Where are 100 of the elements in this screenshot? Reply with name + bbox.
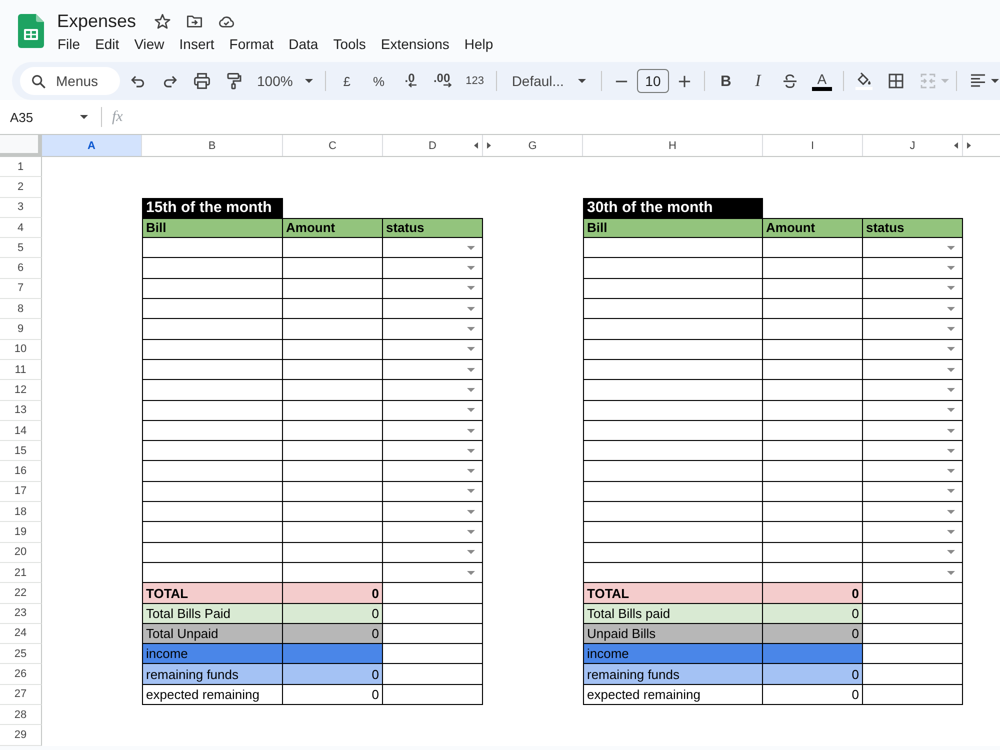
row-number[interactable]: 27: [0, 684, 42, 706]
paint-roller-icon[interactable]: [225, 72, 243, 90]
row-number[interactable]: 7: [0, 278, 42, 300]
row-number[interactable]: 23: [0, 604, 42, 624]
row-number[interactable]: 15: [0, 441, 42, 462]
strikethrough-icon[interactable]: [780, 72, 799, 90]
row-number[interactable]: 18: [0, 502, 42, 522]
menu-item[interactable]: Format: [222, 34, 282, 54]
column-letter[interactable]: G: [483, 135, 583, 156]
dropdown-field[interactable]: [383, 299, 483, 320]
dropdown-field[interactable]: [863, 522, 963, 543]
row-number[interactable]: 13: [0, 400, 42, 421]
dropdown-field[interactable]: [383, 340, 483, 360]
row-number[interactable]: 11: [0, 360, 42, 380]
dropdown-field[interactable]: [383, 502, 483, 522]
dropdown-field[interactable]: [863, 562, 963, 584]
dropdown-field[interactable]: [383, 562, 483, 584]
column-letter[interactable]: I: [763, 135, 863, 156]
row-number[interactable]: 17: [0, 482, 42, 502]
row-number[interactable]: 4: [0, 218, 42, 238]
dropdown-field[interactable]: [383, 278, 483, 300]
dropdown-field[interactable]: [863, 238, 963, 258]
star-icon[interactable]: [154, 12, 171, 30]
row-number[interactable]: 10: [0, 340, 42, 360]
row-number[interactable]: 24: [0, 624, 42, 644]
row-number[interactable]: 14: [0, 420, 42, 442]
right-triangle-icon[interactable]: [967, 142, 971, 149]
dropdown-field[interactable]: [863, 258, 963, 279]
left-triangle-icon[interactable]: [954, 142, 958, 149]
column-letter[interactable]: D: [383, 135, 483, 156]
menu-item[interactable]: Tools: [326, 34, 374, 54]
row-number[interactable]: 9: [0, 319, 42, 340]
row-number[interactable]: 28: [0, 705, 42, 726]
font-size-field[interactable]: 10: [636, 69, 669, 93]
menu-item[interactable]: File: [50, 34, 88, 54]
menu-item[interactable]: Help: [456, 34, 501, 54]
row-number[interactable]: 6: [0, 258, 42, 279]
right-triangle-icon[interactable]: [487, 142, 491, 149]
increase-decimal-button[interactable]: .00: [426, 67, 459, 95]
paint-bucket-icon[interactable]: [854, 72, 873, 90]
dropdown-field[interactable]: [383, 522, 483, 543]
row-number[interactable]: 5: [0, 238, 42, 258]
text-color-button[interactable]: A: [806, 67, 838, 95]
dropdown-field[interactable]: [383, 380, 483, 401]
row-number[interactable]: 22: [0, 583, 42, 604]
dropdown-field[interactable]: [383, 258, 483, 279]
column-letter[interactable]: C: [283, 135, 383, 156]
align-left-icon[interactable]: [968, 72, 987, 90]
currency-button[interactable]: £: [330, 67, 363, 95]
borders-icon[interactable]: [886, 72, 905, 90]
menu-item[interactable]: Data: [281, 34, 326, 54]
plus-icon[interactable]: [678, 74, 691, 88]
dropdown-field[interactable]: [863, 278, 963, 300]
print-icon[interactable]: [193, 72, 211, 90]
dropdown-field[interactable]: [383, 542, 483, 563]
row-number[interactable]: 3: [0, 198, 42, 218]
row-number[interactable]: 20: [0, 542, 42, 563]
column-letter[interactable]: J: [863, 135, 963, 156]
dropdown-field[interactable]: [383, 482, 483, 502]
caret-icon[interactable]: [990, 79, 999, 83]
row-number[interactable]: 21: [0, 562, 42, 584]
row-number[interactable]: 16: [0, 461, 42, 482]
dropdown-field[interactable]: [383, 420, 483, 442]
dropdown-field[interactable]: [863, 319, 963, 340]
menu-item[interactable]: Extensions: [373, 34, 457, 54]
dropdown-field[interactable]: [863, 360, 963, 380]
dropdown-field[interactable]: [863, 542, 963, 563]
row-number[interactable]: 1: [0, 157, 42, 178]
bold-button[interactable]: B: [710, 67, 742, 95]
dropdown-field[interactable]: [383, 441, 483, 462]
dropdown-field[interactable]: [863, 299, 963, 320]
row-number[interactable]: 25: [0, 644, 42, 664]
dropdown-field[interactable]: [863, 400, 963, 421]
dropdown-field[interactable]: [383, 360, 483, 380]
menu-item[interactable]: View: [126, 34, 172, 54]
italic-button[interactable]: I: [742, 67, 774, 95]
dropdown-field[interactable]: [863, 420, 963, 442]
number-format-button[interactable]: 123: [458, 67, 491, 95]
spreadsheet-logo-icon[interactable]: [18, 14, 44, 48]
cell-reference-box[interactable]: A35: [0, 110, 90, 124]
row-number[interactable]: 19: [0, 522, 42, 543]
left-triangle-icon[interactable]: [474, 142, 478, 149]
row-number[interactable]: 29: [0, 725, 42, 746]
decrease-decimal-button[interactable]: .0: [394, 67, 427, 95]
row-number[interactable]: 12: [0, 380, 42, 401]
font-dropdown[interactable]: Defaul...: [502, 67, 596, 95]
dropdown-field[interactable]: [383, 238, 483, 258]
dropdown-field[interactable]: [383, 461, 483, 482]
column-letter[interactable]: B: [142, 135, 283, 156]
row-number[interactable]: 26: [0, 664, 42, 685]
dropdown-field[interactable]: [383, 319, 483, 340]
zoom-dropdown[interactable]: 100%: [250, 67, 320, 95]
row-number[interactable]: 2: [0, 177, 42, 198]
menu-item[interactable]: Edit: [88, 34, 127, 54]
dropdown-field[interactable]: [863, 502, 963, 522]
dropdown-field[interactable]: [863, 380, 963, 401]
dropdown-field[interactable]: [863, 482, 963, 502]
percent-button[interactable]: %: [362, 67, 395, 95]
column-letter[interactable]: H: [583, 135, 763, 156]
document-title[interactable]: Expenses: [57, 10, 136, 32]
